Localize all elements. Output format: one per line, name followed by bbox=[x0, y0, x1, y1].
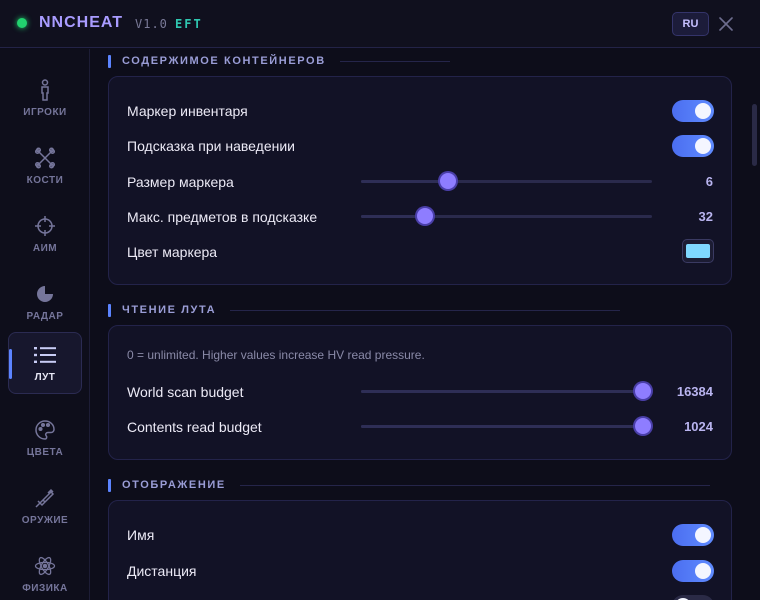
section-accent-bar bbox=[108, 54, 111, 68]
app-version: V1.0 bbox=[135, 17, 168, 31]
section-accent-bar bbox=[108, 478, 111, 492]
sidebar-item-loot[interactable]: ЛУТ bbox=[8, 332, 82, 394]
sidebar-item-aim[interactable]: АИМ bbox=[8, 203, 82, 265]
section-divider bbox=[230, 309, 621, 311]
contents-read-slider[interactable] bbox=[361, 418, 652, 434]
sidebar-item-label: ФИЗИКА bbox=[22, 582, 68, 594]
slider-thumb[interactable] bbox=[440, 173, 457, 189]
list-icon bbox=[34, 344, 56, 366]
distance-toggle[interactable] bbox=[672, 560, 714, 582]
toggle-knob bbox=[695, 527, 711, 543]
scrollbar-thumb[interactable] bbox=[752, 104, 757, 166]
sidebar-item-radar[interactable]: РАДАР bbox=[8, 271, 82, 333]
loot-reading-card: 0 = unlimited. Higher values increase HV… bbox=[108, 325, 732, 460]
section-divider bbox=[239, 484, 710, 486]
sidebar-item-label: ЦВЕТА bbox=[26, 446, 64, 458]
world-scan-label: World scan budget bbox=[127, 384, 244, 400]
sidebar-item-label: АИМ bbox=[32, 242, 58, 254]
section-title-text: ЧТЕНИЕ ЛУТА bbox=[122, 304, 217, 316]
marker-size-label: Размер маркера bbox=[127, 174, 234, 190]
name-toggle[interactable] bbox=[672, 524, 714, 546]
max-items-label: Макс. предметов в подсказке bbox=[127, 209, 318, 225]
toggle-knob bbox=[695, 138, 711, 154]
language-button[interactable]: RU bbox=[672, 12, 709, 36]
rifle-icon bbox=[34, 487, 56, 509]
slider-thumb[interactable] bbox=[417, 208, 434, 224]
slider-fill bbox=[361, 180, 449, 183]
palette-icon bbox=[34, 419, 56, 441]
marker-color-label: Цвет маркера bbox=[127, 244, 218, 260]
app-title: NNCHEAT bbox=[39, 14, 124, 31]
inventory-marker-toggle[interactable] bbox=[672, 100, 714, 122]
inventory-marker-label: Маркер инвентаря bbox=[127, 103, 248, 119]
toggle-knob bbox=[695, 103, 711, 119]
status-indicator-dot bbox=[17, 18, 27, 28]
contents-read-value: 1024 bbox=[684, 419, 713, 434]
max-items-value: 32 bbox=[698, 209, 713, 224]
title-bar: NNCHEAT V1.0 EFT RU bbox=[0, 0, 760, 48]
marker-size-slider[interactable] bbox=[361, 173, 652, 189]
radar-icon bbox=[34, 283, 56, 305]
sidebar-item-weapons[interactable]: ОРУЖИЕ bbox=[8, 475, 82, 537]
sidebar: ИГРОКИ КОСТИ АИМ РАДАР ЛУТ ЦВЕТА ОРУЖИЕ … bbox=[0, 49, 90, 600]
section-title-loot-reading: ЧТЕНИЕ ЛУТА bbox=[108, 302, 621, 318]
contents-read-label: Contents read budget bbox=[127, 419, 262, 435]
section-accent-bar bbox=[108, 303, 111, 317]
section-divider bbox=[339, 60, 450, 62]
sidebar-item-label: РАДАР bbox=[26, 310, 64, 322]
sidebar-item-colors[interactable]: ЦВЕТА bbox=[8, 407, 82, 469]
toggle-knob bbox=[695, 563, 711, 579]
person-icon bbox=[34, 78, 56, 101]
loot-reading-hint: 0 = unlimited. Higher values increase HV… bbox=[127, 348, 425, 362]
slider-fill bbox=[361, 425, 644, 428]
sidebar-item-label: ЛУТ bbox=[34, 371, 56, 383]
main-content: СОДЕРЖИМОЕ КОНТЕЙНЕРОВ Маркер инвентаря … bbox=[91, 49, 760, 600]
slider-thumb[interactable] bbox=[635, 418, 652, 434]
max-items-slider[interactable] bbox=[361, 208, 652, 224]
display-card: Имя Дистанция bbox=[108, 500, 732, 600]
hover-hint-label: Подсказка при наведении bbox=[127, 138, 295, 154]
sidebar-item-label: КОСТИ bbox=[26, 174, 64, 186]
atom-icon bbox=[34, 555, 56, 577]
sidebar-item-label: ОРУЖИЕ bbox=[21, 514, 69, 526]
crosshair-icon bbox=[34, 215, 56, 237]
containers-card: Маркер инвентаря Подсказка при наведении… bbox=[108, 76, 732, 285]
section-title-text: СОДЕРЖИМОЕ КОНТЕЙНЕРОВ bbox=[122, 55, 326, 67]
slider-fill bbox=[361, 390, 644, 393]
third-display-toggle[interactable] bbox=[672, 595, 714, 600]
name-label: Имя bbox=[127, 527, 155, 543]
bones-icon bbox=[34, 146, 56, 169]
marker-color-picker[interactable] bbox=[682, 239, 714, 263]
sidebar-item-players[interactable]: ИГРОКИ bbox=[8, 67, 82, 129]
section-title-display: ОТОБРАЖЕНИЕ bbox=[108, 477, 710, 493]
marker-size-value: 6 bbox=[705, 174, 713, 189]
world-scan-slider[interactable] bbox=[361, 383, 652, 399]
world-scan-value: 16384 bbox=[676, 384, 713, 399]
close-icon[interactable] bbox=[716, 14, 736, 34]
hover-hint-toggle[interactable] bbox=[672, 135, 714, 157]
slider-fill bbox=[361, 215, 426, 218]
distance-label: Дистанция bbox=[127, 563, 197, 579]
section-title-text: ОТОБРАЖЕНИЕ bbox=[122, 479, 226, 491]
sidebar-item-label: ИГРОКИ bbox=[23, 106, 67, 118]
slider-thumb[interactable] bbox=[635, 383, 652, 399]
color-swatch-fill bbox=[686, 244, 710, 258]
section-title-containers: СОДЕРЖИМОЕ КОНТЕЙНЕРОВ bbox=[108, 53, 450, 69]
sidebar-item-physics[interactable]: ФИЗИКА bbox=[8, 543, 82, 600]
sidebar-item-bones[interactable]: КОСТИ bbox=[8, 135, 82, 197]
game-tag: EFT bbox=[175, 17, 203, 31]
